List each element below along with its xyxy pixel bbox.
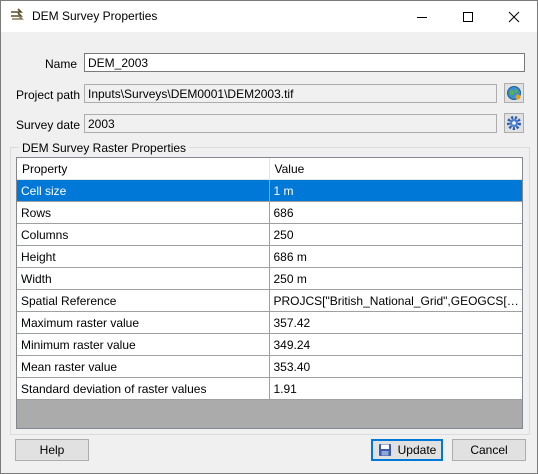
minimize-icon (417, 16, 427, 18)
survey-date-label: Survey date (16, 118, 81, 132)
table-row[interactable]: Minimum raster value 349.24 (17, 333, 522, 356)
gear-icon (507, 116, 521, 130)
dem-survey-properties-window: DEM Survey Properties Name DEM_2003 Proj… (0, 0, 538, 474)
value-cell[interactable]: 353.40 (269, 355, 522, 378)
table-row[interactable]: Standard deviation of raster values 1.91 (17, 377, 522, 400)
table-row[interactable]: Spatial Reference PROJCS["British_Nation… (17, 289, 522, 312)
value-cell[interactable]: 250 (269, 223, 522, 246)
property-cell[interactable]: Minimum raster value (17, 333, 270, 356)
table-row[interactable]: Mean raster value 353.40 (17, 355, 522, 378)
browse-path-button[interactable] (504, 83, 524, 103)
update-button[interactable]: Update (371, 439, 443, 461)
name-field[interactable]: DEM_2003 (84, 53, 525, 72)
property-cell[interactable]: Height (17, 245, 270, 268)
close-button[interactable] (491, 1, 537, 32)
app-icon (9, 8, 25, 24)
value-cell[interactable]: 686 (269, 201, 522, 224)
table-row[interactable]: Width 250 m (17, 267, 522, 290)
column-header-value[interactable]: Value (269, 158, 522, 180)
raster-properties-group-title: DEM Survey Raster Properties (19, 141, 190, 155)
table-row[interactable]: Rows 686 (17, 201, 522, 224)
value-cell[interactable]: 1.91 (269, 377, 522, 400)
grid-header-row: Property Value (17, 158, 522, 180)
save-disk-icon (378, 444, 391, 456)
property-cell[interactable]: Maximum raster value (17, 311, 270, 334)
project-path-label: Project path (16, 88, 81, 102)
value-cell[interactable]: 1 m (269, 179, 522, 202)
cancel-button[interactable]: Cancel (452, 439, 526, 461)
property-cell[interactable]: Mean raster value (17, 355, 270, 378)
value-cell[interactable]: 250 m (269, 267, 522, 290)
name-label: Name (45, 57, 78, 71)
value-cell[interactable]: 357.42 (269, 311, 522, 334)
table-row[interactable]: Cell size 1 m (17, 179, 522, 202)
table-row[interactable]: Height 686 m (17, 245, 522, 268)
survey-date-field[interactable]: 2003 (84, 114, 497, 133)
property-cell[interactable]: Spatial Reference (17, 289, 270, 312)
title-bar[interactable]: DEM Survey Properties (1, 1, 537, 32)
value-cell[interactable]: PROJCS["British_National_Grid",GEOGCS["G… (269, 289, 522, 312)
value-cell[interactable]: 349.24 (269, 333, 522, 356)
column-header-property[interactable]: Property (17, 158, 270, 180)
globe-icon (507, 86, 521, 100)
project-path-field[interactable]: Inputs\Surveys\DEM0001\DEM2003.tif (84, 84, 497, 103)
property-cell[interactable]: Width (17, 267, 270, 290)
value-cell[interactable]: 686 m (269, 245, 522, 268)
survey-date-settings-button[interactable] (504, 113, 524, 133)
window-title: DEM Survey Properties (32, 9, 158, 23)
property-cell[interactable]: Columns (17, 223, 270, 246)
property-cell[interactable]: Rows (17, 201, 270, 224)
table-row[interactable]: Maximum raster value 357.42 (17, 311, 522, 334)
maximize-icon (463, 11, 473, 22)
update-button-label: Update (397, 443, 437, 457)
property-cell[interactable]: Cell size (17, 179, 270, 202)
maximize-button[interactable] (445, 1, 491, 32)
minimize-button[interactable] (399, 1, 445, 32)
help-button[interactable]: Help (15, 439, 89, 461)
table-row[interactable]: Columns 250 (17, 223, 522, 246)
property-cell[interactable]: Standard deviation of raster values (17, 377, 270, 400)
close-icon (508, 11, 520, 22)
raster-properties-grid[interactable]: Property Value Cell size 1 m Rows 686 Co… (16, 157, 523, 429)
